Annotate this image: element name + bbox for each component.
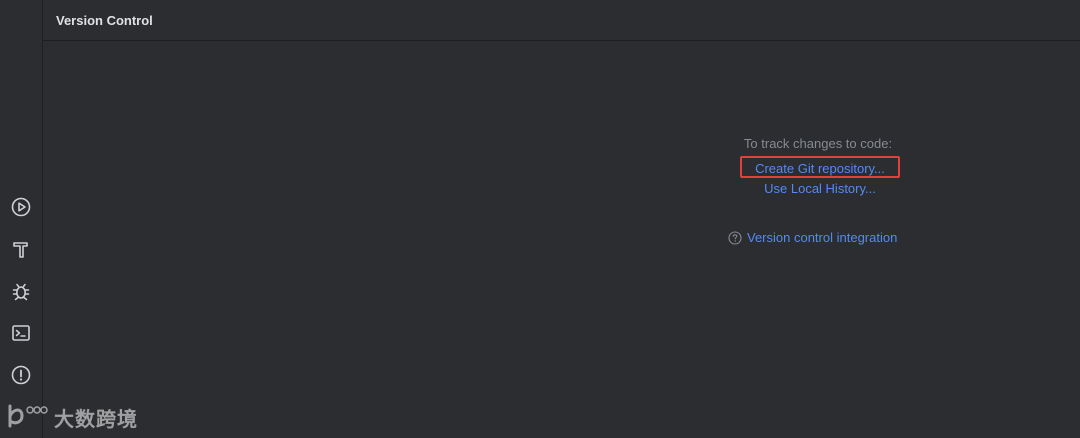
problems-button[interactable] — [8, 362, 34, 388]
build-hammer-icon — [13, 242, 28, 258]
terminal-icon — [12, 325, 30, 341]
help-question-icon — [728, 230, 742, 245]
ide-window: Version Control To track changes to code… — [0, 0, 1080, 438]
empty-state: To track changes to code: Create Git rep… — [43, 0, 1080, 438]
create-git-repository-link[interactable]: Create Git repository... — [740, 156, 900, 178]
empty-state-hint: To track changes to code: — [743, 136, 893, 151]
use-local-history-link[interactable]: Use Local History... — [740, 181, 900, 196]
watermark-text: 大数跨境 — [54, 408, 138, 431]
run-icon — [11, 197, 31, 217]
debug-bug-icon — [12, 283, 30, 301]
version-control-integration-link[interactable]: Version control integration — [728, 230, 897, 245]
version-control-toolwindow: Version Control To track changes to code… — [43, 0, 1080, 438]
run-button[interactable] — [8, 194, 34, 220]
build-button[interactable] — [8, 236, 34, 262]
watermark-logo-icon — [8, 404, 48, 428]
terminal-button[interactable] — [8, 320, 34, 346]
debug-button[interactable] — [8, 278, 34, 304]
problems-icon — [11, 365, 31, 385]
help-link-label: Version control integration — [747, 230, 898, 245]
watermark: 大数跨境 — [6, 402, 138, 432]
left-toolstrip — [0, 0, 43, 438]
